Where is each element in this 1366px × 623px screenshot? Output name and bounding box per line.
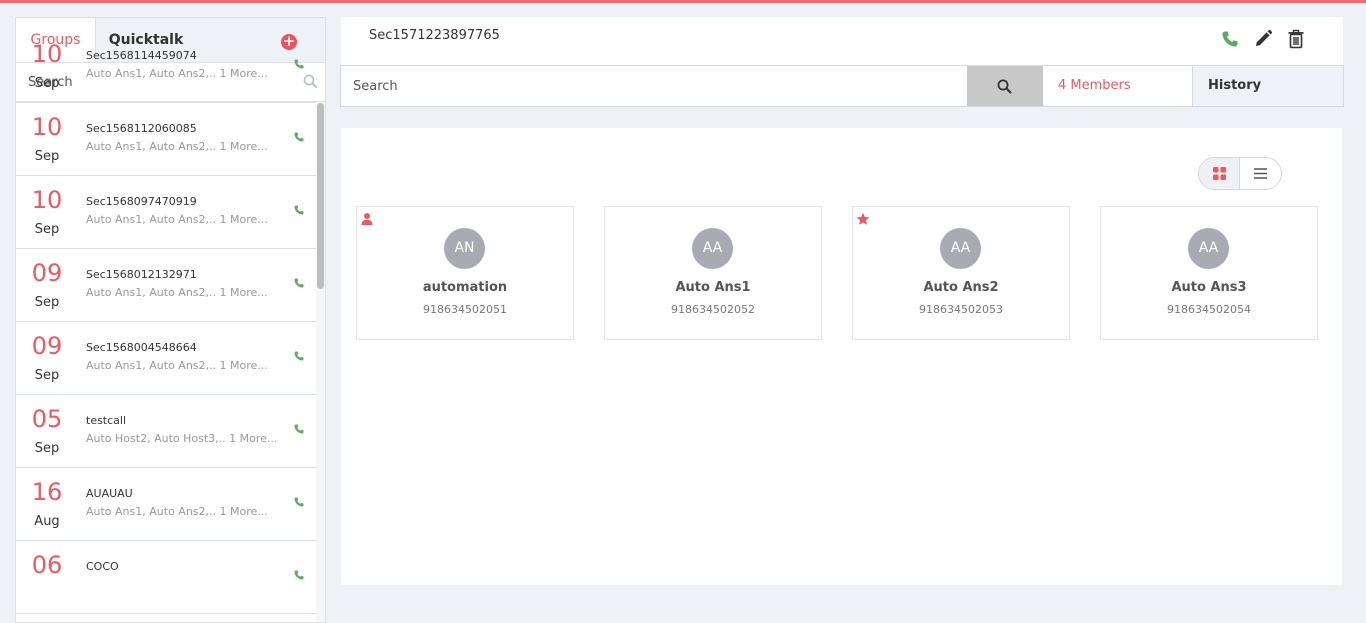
group-name: Sec1568112060085 — [86, 122, 197, 135]
group-name: Sec1568012132971 — [86, 268, 197, 281]
groups-panel: Groups Quicktalk + 10SepSec1568114459074… — [15, 17, 326, 623]
date-month: Sep — [34, 222, 60, 237]
history-tab[interactable]: History — [1193, 66, 1343, 106]
group-header: Sec1571223897765 — [341, 17, 1343, 65]
member-name: automation — [422, 280, 508, 295]
sidebar-scrollbar[interactable] — [316, 103, 325, 622]
list-item[interactable]: 09 Sep Sec1568004548664 Auto Ans1, Auto Ans… — [16, 322, 316, 395]
avatar: AN — [444, 228, 485, 269]
member-phone: 918634502053 — [919, 303, 1003, 316]
member-card[interactable]: AA Auto Ans3 918634502054 — [1100, 206, 1318, 340]
date-month: Sep — [34, 76, 60, 91]
member-card[interactable]: AA Auto Ans2 918634502053 — [852, 206, 1070, 340]
member-name: Auto Ans1 — [675, 280, 751, 295]
member-card[interactable]: AN automation 918634502051 — [356, 206, 574, 340]
date-day: 05 — [31, 405, 63, 433]
avatar: AA — [692, 228, 733, 269]
date-month: Sep — [34, 441, 60, 456]
avatar: AA — [940, 228, 981, 269]
member-phone: 918634502052 — [671, 303, 755, 316]
date-month: Sep — [34, 295, 60, 310]
group-members-summary: Auto Ans1, Auto Ans2,.. 1 More... — [86, 505, 268, 518]
member-card[interactable]: AA Auto Ans1 918634502052 — [604, 206, 822, 340]
edit-icon[interactable] — [1253, 29, 1273, 49]
group-members-summary: Auto Ans1, Auto Ans2,.. 1 More... — [86, 67, 268, 80]
member-search-button[interactable] — [967, 66, 1043, 106]
list-item[interactable]: 10 Sep Sec1568114459074 Auto Ans1, Auto Ans… — [16, 30, 316, 103]
phone-icon[interactable] — [293, 423, 305, 435]
avatar: AA — [1188, 228, 1229, 269]
date-day: 09 — [31, 259, 63, 287]
trash-icon[interactable] — [1286, 29, 1306, 49]
group-name: Sec1568114459074 — [86, 49, 197, 62]
phone-icon[interactable] — [293, 277, 305, 289]
phone-icon[interactable] — [293, 569, 305, 581]
list-item[interactable]: 09 Sep Sec1568012132971 Auto Ans1, Auto Ans… — [16, 249, 316, 322]
view-toggle — [1198, 157, 1282, 190]
group-members-summary: Auto Host2, Auto Host3,.. 1 More... — [86, 432, 278, 445]
date-day: 10 — [31, 113, 63, 141]
phone-icon[interactable] — [1220, 29, 1240, 49]
list-item[interactable]: 10 Sep Sec1568112060085 Auto Ans1, Auto Ans… — [16, 103, 316, 176]
members-panel: AN automation 918634502051 AA Auto Ans1 91863… — [341, 128, 1342, 585]
list-item[interactable]: 16 Aug AUAUAU Auto Ans1, Auto Ans2,.. 1 Mor… — [16, 468, 316, 541]
list-view-button[interactable] — [1240, 158, 1281, 189]
member-search-bar: 4 Members History — [340, 65, 1344, 107]
group-name: testcall — [86, 414, 127, 427]
grid-view-button[interactable] — [1199, 158, 1241, 189]
member-search-input[interactable] — [341, 66, 967, 106]
member-name: Auto Ans2 — [923, 280, 999, 295]
member-phone: 918634502054 — [1167, 303, 1251, 316]
person-icon — [361, 213, 373, 225]
group-name: Sec1568004548664 — [86, 341, 197, 354]
date-day: 16 — [31, 478, 63, 506]
group-members-summary: Auto Ans1, Auto Ans2,.. 1 More... — [86, 213, 268, 226]
group-list: 10 Sep Sec1568114459074 Auto Ans1, Auto Ans… — [16, 30, 316, 614]
list-item[interactable]: 06 COCO — [16, 541, 316, 614]
group-members-summary: Auto Ans1, Auto Ans2,.. 1 More... — [86, 286, 268, 299]
top-accent-bar — [0, 0, 1366, 3]
group-members-summary: Auto Ans1, Auto Ans2,.. 1 More... — [86, 140, 268, 153]
date-day: 10 — [31, 40, 63, 68]
date-day: 10 — [31, 186, 63, 214]
search-icon — [997, 79, 1012, 94]
star-icon — [856, 212, 870, 225]
group-name: Sec1568097470919 — [86, 195, 197, 208]
date-day: 06 — [31, 551, 63, 579]
date-month: Sep — [34, 149, 60, 164]
group-members-summary: Auto Ans1, Auto Ans2,.. 1 More... — [86, 359, 268, 372]
date-month: Aug — [34, 514, 60, 529]
phone-icon[interactable] — [293, 204, 305, 216]
phone-icon[interactable] — [293, 496, 305, 508]
member-phone: 918634502051 — [423, 303, 507, 316]
list-item[interactable]: 10 Sep Sec1568097470919 Auto Ans1, Auto Ans… — [16, 176, 316, 249]
list-icon — [1254, 168, 1268, 179]
page-scrollbar[interactable] — [1359, 17, 1366, 557]
members-count-tab[interactable]: 4 Members — [1043, 66, 1193, 106]
member-name: Auto Ans3 — [1171, 280, 1247, 295]
group-name: AUAUAU — [86, 487, 133, 500]
grid-icon — [1213, 167, 1226, 180]
list-item[interactable]: 05 Sep testcall Auto Host2, Auto Host3,.. 1… — [16, 395, 316, 468]
group-title: Sec1571223897765 — [369, 28, 500, 43]
sidebar-scrollbar-thumb[interactable] — [317, 103, 324, 289]
date-day: 09 — [31, 332, 63, 360]
date-month: Sep — [34, 368, 60, 383]
phone-icon[interactable] — [293, 350, 305, 362]
phone-icon[interactable] — [293, 131, 305, 143]
phone-icon[interactable] — [293, 58, 305, 70]
group-name: COCO — [86, 560, 119, 573]
